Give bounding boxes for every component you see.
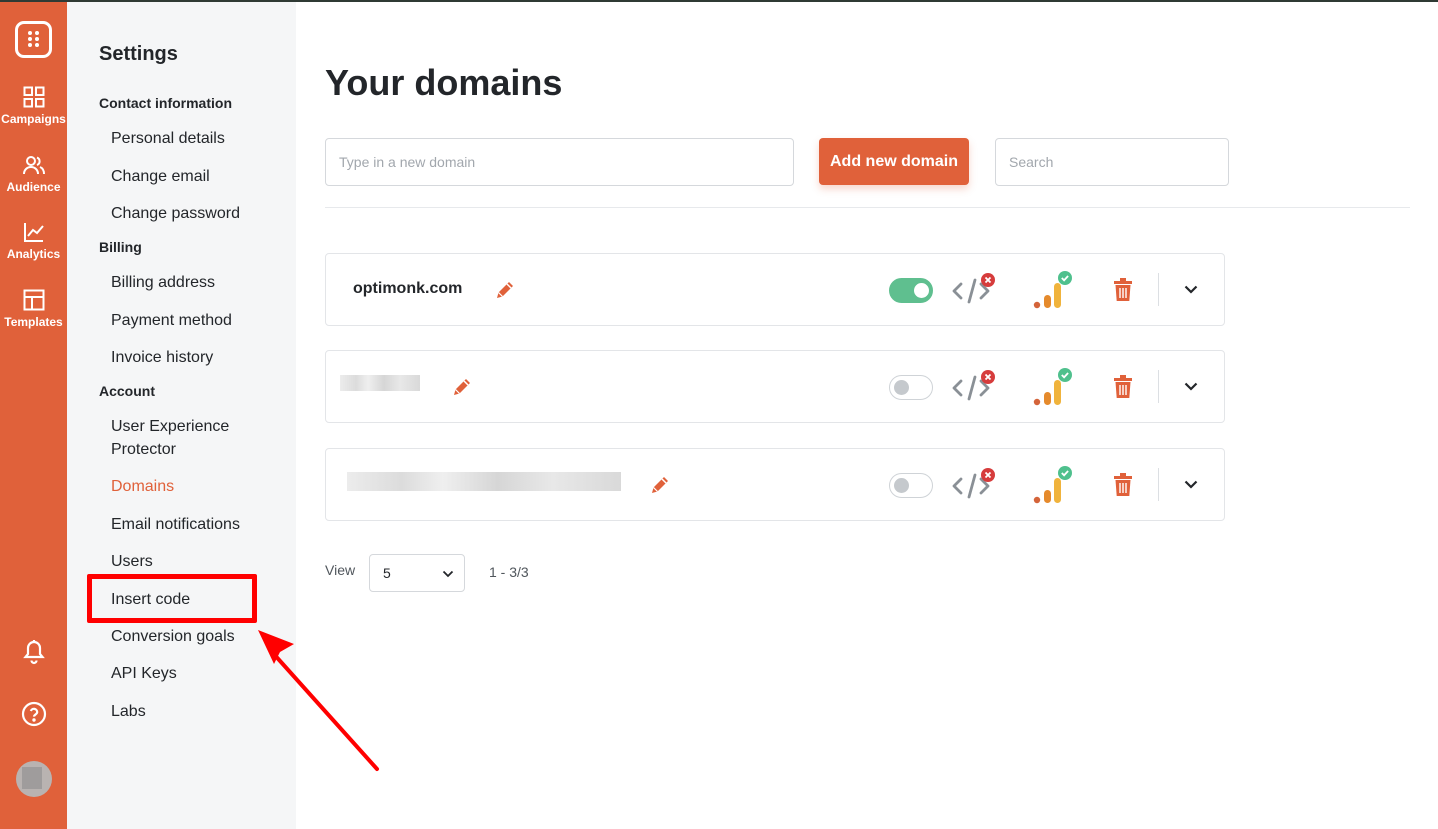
- code-error-icon[interactable]: [951, 467, 997, 503]
- page-size-value: 5: [383, 565, 391, 581]
- rail-item-label: Analytics: [6, 247, 61, 261]
- domain-name: optimonk.com: [353, 280, 463, 297]
- new-domain-input[interactable]: [325, 138, 794, 186]
- highlight-box: [87, 574, 257, 623]
- domain-active-toggle[interactable]: [889, 278, 933, 303]
- bell-icon: [22, 640, 45, 665]
- code-error-icon[interactable]: [951, 369, 997, 405]
- layout-icon: [23, 289, 44, 311]
- pencil-icon[interactable]: [648, 473, 672, 497]
- app-rail: Campaigns Audience Analytics Templates: [0, 2, 67, 829]
- help-button[interactable]: [0, 701, 67, 727]
- app-logo-icon[interactable]: [15, 21, 52, 58]
- add-new-domain-button[interactable]: Add new domain: [819, 138, 969, 185]
- row-separator: [1158, 273, 1159, 306]
- chevron-down-icon[interactable]: [1183, 378, 1199, 394]
- pencil-icon[interactable]: [493, 278, 517, 302]
- domain-row: [325, 448, 1225, 521]
- chevron-down-icon: [442, 570, 454, 578]
- trash-icon[interactable]: [1112, 374, 1134, 400]
- sidebar-item-change-email[interactable]: Change email: [111, 165, 286, 188]
- view-label: View: [325, 562, 356, 578]
- rail-item-analytics[interactable]: Analytics: [0, 221, 67, 261]
- sidebar-item-ux-protector[interactable]: User Experience Protector: [111, 415, 251, 461]
- annotation-arrow-icon: [258, 630, 379, 771]
- code-error-icon[interactable]: [951, 272, 997, 308]
- sidebar-group-billing: Billing: [99, 239, 142, 255]
- row-separator: [1158, 468, 1159, 501]
- chart-line-icon: [23, 223, 44, 242]
- pencil-icon[interactable]: [450, 375, 474, 399]
- sidebar-group-contact: Contact information: [99, 95, 232, 111]
- sidebar-item-payment-method[interactable]: Payment method: [111, 309, 286, 332]
- redacted-domain-name: [347, 472, 621, 491]
- sidebar-title: Settings: [99, 43, 178, 65]
- rail-item-label: Templates: [4, 315, 63, 329]
- analytics-status-icon[interactable]: [1031, 464, 1077, 506]
- avatar: [15, 761, 52, 797]
- users-icon: [22, 156, 45, 175]
- sidebar-item-email-notifications[interactable]: Email notifications: [111, 513, 286, 536]
- help-icon: [21, 701, 46, 727]
- domain-row: optimonk.com: [325, 253, 1225, 326]
- domain-active-toggle[interactable]: [889, 473, 933, 498]
- page-size-select[interactable]: 5: [369, 554, 465, 592]
- user-avatar-button[interactable]: [0, 761, 67, 797]
- pagination-range: 1 - 3/3: [489, 564, 529, 580]
- analytics-status-icon[interactable]: [1031, 366, 1077, 408]
- sidebar-item-invoice-history[interactable]: Invoice history: [111, 346, 286, 369]
- divider: [325, 207, 1410, 208]
- toggle-knob: [894, 478, 909, 493]
- chevron-down-icon[interactable]: [1183, 476, 1199, 492]
- sidebar-item-personal-details[interactable]: Personal details: [111, 127, 286, 150]
- rail-item-label: Audience: [6, 180, 61, 194]
- search-input[interactable]: [995, 138, 1229, 186]
- chevron-down-icon[interactable]: [1183, 281, 1199, 297]
- rail-item-label: Campaigns: [1, 112, 66, 126]
- analytics-status-icon[interactable]: [1031, 269, 1077, 311]
- redacted-domain-name: [340, 375, 420, 391]
- row-separator: [1158, 370, 1159, 403]
- sidebar-item-domains[interactable]: Domains: [111, 475, 286, 498]
- notifications-button[interactable]: [0, 639, 67, 665]
- sidebar-group-account: Account: [99, 383, 155, 399]
- rail-item-audience[interactable]: Audience: [0, 154, 67, 194]
- grid-icon: [23, 86, 44, 108]
- sidebar-item-change-password[interactable]: Change password: [111, 202, 286, 225]
- sidebar-item-billing-address[interactable]: Billing address: [111, 271, 286, 294]
- page-title: Your domains: [325, 62, 563, 103]
- trash-icon[interactable]: [1112, 472, 1134, 498]
- trash-icon[interactable]: [1112, 277, 1134, 303]
- toggle-knob: [914, 283, 929, 298]
- domain-row: [325, 350, 1225, 423]
- rail-item-templates[interactable]: Templates: [0, 289, 67, 329]
- domain-active-toggle[interactable]: [889, 375, 933, 400]
- rail-item-campaigns[interactable]: Campaigns: [0, 86, 67, 126]
- sidebar-item-users[interactable]: Users: [111, 550, 286, 573]
- toggle-knob: [894, 380, 909, 395]
